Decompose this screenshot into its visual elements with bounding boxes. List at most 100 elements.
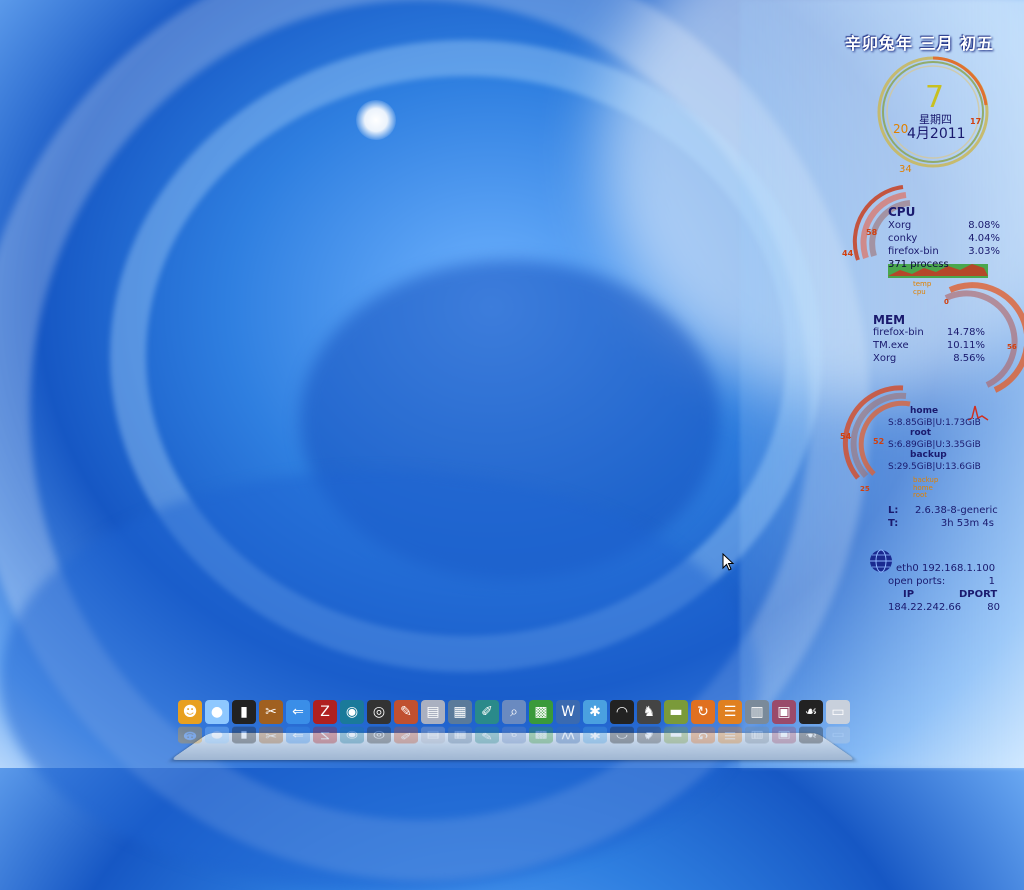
photo-icon-reflection: ▣ xyxy=(772,726,796,744)
disk-backup-value: S:29.5GiB|U:13.6GiB xyxy=(888,462,981,472)
dock: ☻ ● ▮ ✂ ⇐ Z ◉ ◎ ✎ ▤ ▦ ✐ ⌕ ▩ W ✱ ◠ ♞ ▬ ↻ ☰ ▥ ▣ ☙ ▭ xyxy=(178,700,850,728)
mem-proc-value: 8.56% xyxy=(953,353,985,364)
wifi-icon-reflection: ◠ xyxy=(610,726,634,744)
col-dport: DPORT xyxy=(959,589,998,600)
clock-month-year: 4月2011 xyxy=(907,126,966,142)
cpu-proc-value: 3.03% xyxy=(968,246,1000,257)
trash-icon[interactable]: ▥ xyxy=(745,700,769,724)
cpu-gauge-a: 58 xyxy=(866,228,878,237)
cpu-legend-temp: temp xyxy=(913,280,932,288)
filezilla-icon[interactable]: Z xyxy=(313,700,337,724)
editor-icon[interactable]: ✐ xyxy=(475,700,499,724)
disk-gauge-b: 52 xyxy=(873,437,885,446)
disk-legend-backup: backup xyxy=(913,476,939,484)
splash-icon-reflection: ✱ xyxy=(583,726,607,744)
pidgin-icon[interactable]: ☻ xyxy=(178,700,202,724)
spreadsheet-icon-reflection: ▩ xyxy=(529,726,553,744)
rss-icon[interactable]: ☰ xyxy=(718,700,742,724)
disk-root-value: S:6.89GiB|U:3.35GiB xyxy=(888,440,981,450)
chart-app-icon-reflection: W xyxy=(556,726,580,744)
printer-icon-reflection: ▦ xyxy=(448,726,472,744)
terminal-icon[interactable]: ▮ xyxy=(232,700,256,724)
mem-title: MEM xyxy=(873,313,906,327)
camera-icon[interactable]: ◎ xyxy=(367,700,391,724)
disk-backup-label: backup xyxy=(910,450,947,460)
rss-icon-reflection: ☰ xyxy=(718,726,742,744)
disk-root-label: root xyxy=(910,428,932,438)
printer-icon[interactable]: ▦ xyxy=(448,700,472,724)
mem-gauge: 56 xyxy=(1007,343,1017,351)
tools-icon[interactable]: ✂ xyxy=(259,700,283,724)
mem-proc-value: 10.11% xyxy=(946,340,985,351)
folder-icon-reflection: ▭ xyxy=(826,726,850,744)
gimp-icon[interactable]: ♞ xyxy=(637,700,661,724)
open-ports-value: 1 xyxy=(988,576,995,587)
clock-num-right: 17 xyxy=(970,117,982,126)
book-icon[interactable]: ▬ xyxy=(664,700,688,724)
mem-proc-name: Xorg xyxy=(873,353,897,364)
folder-icon[interactable]: ▭ xyxy=(826,700,850,724)
emesene-icon[interactable]: ● xyxy=(205,700,229,724)
cpu-proc-name: firefox-bin xyxy=(888,246,939,257)
gnome-foot-icon[interactable]: ☙ xyxy=(799,700,823,724)
clock-num-left: 20 xyxy=(893,122,909,136)
col-ip: IP xyxy=(903,589,915,600)
media-icon[interactable]: ▤ xyxy=(421,700,445,724)
book-icon-reflection: ▬ xyxy=(664,726,688,744)
arrow-app-icon-reflection: ⇐ xyxy=(286,726,310,744)
wifi-icon[interactable]: ◠ xyxy=(610,700,634,724)
cpu-proc-value: 4.04% xyxy=(968,233,1000,244)
arrow-app-icon[interactable]: ⇐ xyxy=(286,700,310,724)
kernel-label: L: xyxy=(888,505,899,516)
skype-like-icon-reflection: ◉ xyxy=(340,726,364,744)
connection-dport: 80 xyxy=(987,602,1000,613)
spreadsheet-icon[interactable]: ▩ xyxy=(529,700,553,724)
paint-icon[interactable]: ✎ xyxy=(394,700,418,724)
cpu-process-count: 371 process xyxy=(888,259,949,270)
cpu-gauge-b: 44 xyxy=(842,249,854,258)
refresh-icon-reflection: ↻ xyxy=(691,726,715,744)
photo-icon[interactable]: ▣ xyxy=(772,700,796,724)
kernel-value: 2.6.38-8-generic xyxy=(915,505,998,516)
media-icon-reflection: ▤ xyxy=(421,726,445,744)
search-doc-icon-reflection: ⌕ xyxy=(502,726,526,744)
search-doc-icon[interactable]: ⌕ xyxy=(502,700,526,724)
conky-widget: 辛卯兔年 三月 初五 7 星期四 4月2011 20 17 34 CPU Xor… xyxy=(0,0,1024,768)
clock-num-bottom: 34 xyxy=(899,164,912,175)
gnome-foot-icon-reflection: ☙ xyxy=(799,726,823,744)
emesene-icon-reflection: ● xyxy=(205,726,229,744)
paint-icon-reflection: ✎ xyxy=(394,726,418,744)
connection-ip: 184.22.242.66 xyxy=(888,602,962,613)
disk-home-value: S:8.85GiB|U:1.73GiB xyxy=(888,418,981,428)
disk-home-label: home xyxy=(910,406,939,416)
network-interface: eth0 192.168.1.100 xyxy=(896,563,996,574)
disk-gauge-c: 25 xyxy=(860,485,870,493)
mouse-cursor-icon xyxy=(722,553,735,571)
skype-like-icon[interactable]: ◉ xyxy=(340,700,364,724)
camera-icon-reflection: ◎ xyxy=(367,726,391,744)
lunar-date: 辛卯兔年 三月 初五 xyxy=(845,34,995,53)
conky-rings xyxy=(842,56,1024,573)
disk-legend-root: root xyxy=(913,491,928,499)
tools-icon-reflection: ✂ xyxy=(259,726,283,744)
mem-proc-value: 14.78% xyxy=(946,327,985,338)
cpu-proc-name: conky xyxy=(888,233,918,244)
gimp-icon-reflection: ♞ xyxy=(637,726,661,744)
cpu-proc-value: 8.08% xyxy=(968,220,1000,231)
disk-gauge-a: 54 xyxy=(840,432,852,441)
mem-proc-name: TM.exe xyxy=(873,340,909,351)
cpu-gauge-c: 0 xyxy=(944,298,949,306)
chart-app-icon[interactable]: W xyxy=(556,700,580,724)
refresh-icon[interactable]: ↻ xyxy=(691,700,715,724)
mem-proc-name: firefox-bin xyxy=(873,327,924,338)
editor-icon-reflection: ✐ xyxy=(475,726,499,744)
pidgin-icon-reflection: ☻ xyxy=(178,726,202,744)
trash-icon-reflection: ▥ xyxy=(745,726,769,744)
dock-reflection: ☻ ● ▮ ✂ ⇐ Z ◉ ◎ ✎ ▤ ▦ ✐ ⌕ ▩ W ✱ ◠ ♞ ▬ ↻ ☰ ▥ ▣ ☙ ▭ xyxy=(178,726,850,744)
filezilla-icon-reflection: Z xyxy=(313,726,337,744)
globe-icon xyxy=(870,550,892,572)
clock-day: 7 xyxy=(925,80,945,115)
splash-icon[interactable]: ✱ xyxy=(583,700,607,724)
uptime-value: 3h 53m 4s xyxy=(940,518,994,529)
terminal-icon-reflection: ▮ xyxy=(232,726,256,744)
